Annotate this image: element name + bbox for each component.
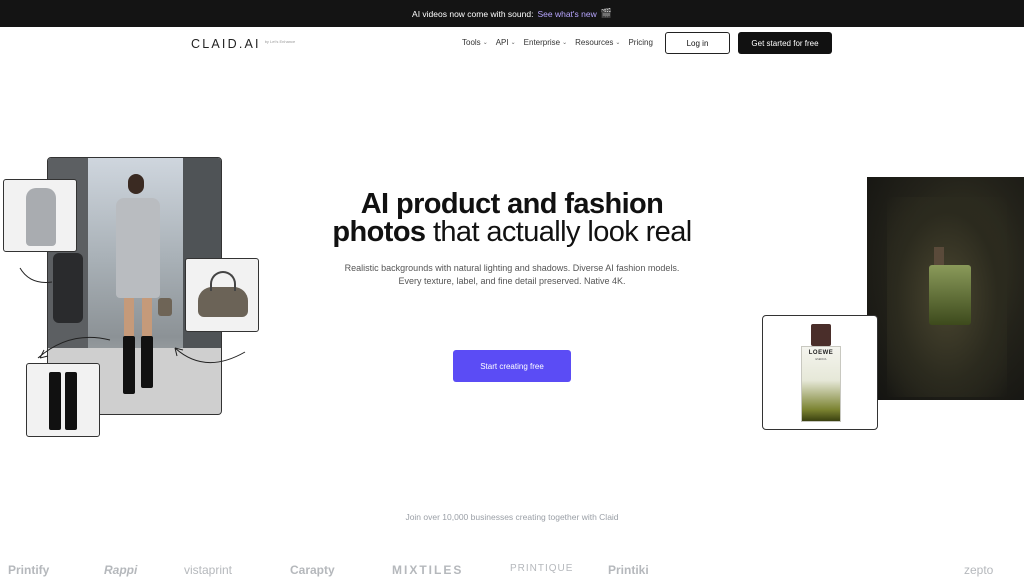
start-creating-button[interactable]: Start creating free <box>453 350 571 382</box>
perfume-brand: LOEWE <box>808 350 834 356</box>
logo-carapty: Carapty <box>290 563 335 577</box>
bottle-cap <box>811 324 831 346</box>
logo-printify: Printify <box>8 563 50 577</box>
hero-description-line: Realistic backgrounds with natural light… <box>344 263 680 273</box>
perfume-product-card: LOEWE ESENCIA <box>762 315 878 430</box>
perfume-sub: ESENCIA <box>815 358 827 361</box>
logo-printiki: Printiki <box>608 563 649 577</box>
bottle-cap <box>934 247 944 267</box>
bottle-body <box>929 265 971 325</box>
customer-logos: Printify Rappi vistaprint Carapty MIXTIL… <box>0 563 1024 577</box>
logo-vistaprint: vistaprint <box>184 563 233 577</box>
join-text: Join over 10,000 businesses creating tog… <box>405 512 619 522</box>
arrow-curve <box>37 336 111 359</box>
hero-description-line: Every texture, label, and fine detail pr… <box>398 276 626 286</box>
hero-title-bold-2: photos <box>332 216 426 248</box>
hero-title: AI product and fashion photos that actua… <box>300 190 724 248</box>
logo-zepto: zepto <box>964 563 994 577</box>
logo-printique: PRINTIQUE <box>510 563 574 574</box>
hero-title-rest: that actually look real <box>432 216 692 248</box>
logo-rappi: Rappi <box>104 563 138 577</box>
hero-section: AI product and fashion photos that actua… <box>300 190 724 288</box>
logo-mixtiles: MIXTILES <box>392 563 464 577</box>
hero-description: Realistic backgrounds with natural light… <box>300 262 724 288</box>
arrow-curve <box>174 347 246 363</box>
arrow-curve <box>19 267 53 283</box>
forest-perfume-photo <box>867 177 1024 400</box>
